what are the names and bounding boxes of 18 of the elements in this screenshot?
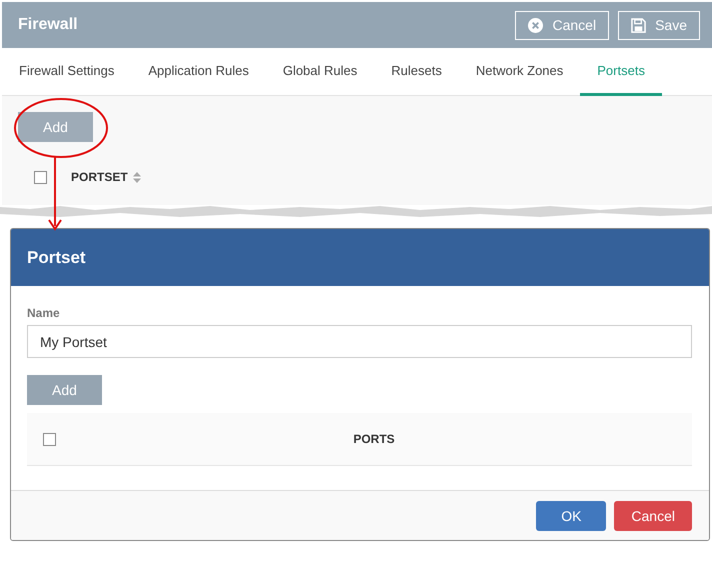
window-title: Firewall: [18, 16, 79, 34]
ok-button[interactable]: OK: [536, 501, 606, 531]
checkbox[interactable]: [34, 170, 47, 184]
tab[interactable]: Rulesets: [374, 48, 459, 96]
tab[interactable]: Application Rules: [131, 48, 266, 96]
cancel-button[interactable]: Cancel: [614, 501, 692, 531]
save-icon: [631, 18, 646, 32]
name-field[interactable]: My Portset: [27, 325, 692, 358]
tab[interactable]: Network Zones: [458, 48, 580, 96]
field-label: Name: [27, 306, 61, 320]
column-header[interactable]: PORTSET: [71, 170, 128, 184]
tab[interactable]: Global Rules: [266, 48, 374, 96]
tab[interactable]: Firewall Settings: [2, 48, 132, 96]
close-icon: [528, 18, 544, 32]
sort-icon[interactable]: [132, 172, 141, 182]
column-header: PORTS: [353, 432, 395, 446]
checkbox[interactable]: [43, 432, 56, 446]
dialog-title: Portset: [11, 229, 709, 286]
